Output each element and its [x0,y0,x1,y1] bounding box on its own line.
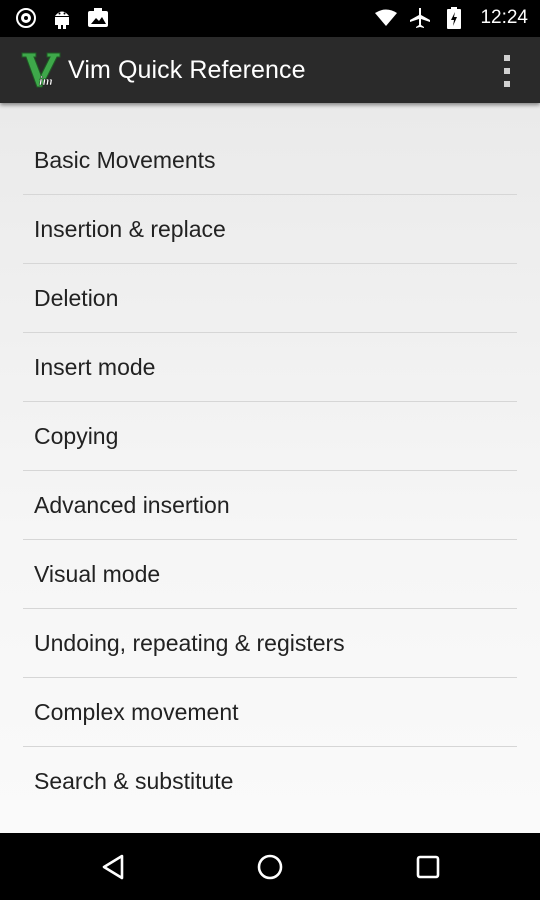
home-icon[interactable] [254,852,286,882]
recents-icon[interactable] [412,852,444,882]
record-icon [14,6,38,30]
navigation-bar [0,833,540,900]
overflow-menu-icon[interactable] [500,55,514,87]
app-title: Vim Quick Reference [68,56,306,84]
status-left-icons [14,6,110,30]
list-item-insert-mode[interactable]: Insert mode [23,333,517,402]
list-item-advanced-insertion[interactable]: Advanced insertion [23,471,517,540]
android-icon [50,6,74,30]
list-item-search-substitute[interactable]: Search & substitute [23,747,517,815]
wifi-icon [374,6,398,30]
list-item-copying[interactable]: Copying [23,402,517,471]
svg-text:im: im [39,73,53,88]
list-item-undoing-repeating-registers[interactable]: Undoing, repeating & registers [23,609,517,678]
photo-icon [86,6,110,30]
reference-list: Basic Movements Insertion & replace Dele… [23,126,517,815]
action-bar: im Vim Quick Reference [0,37,540,103]
list-item-basic-movements[interactable]: Basic Movements [23,126,517,195]
status-time: 12:24 [480,7,528,28]
back-icon[interactable] [97,852,129,882]
content-area: Basic Movements Insertion & replace Dele… [0,103,540,833]
status-bar: 12:24 [0,0,540,37]
list-item-complex-movement[interactable]: Complex movement [23,678,517,747]
list-item-visual-mode[interactable]: Visual mode [23,540,517,609]
airplane-icon [408,6,432,30]
list-item-insertion-replace[interactable]: Insertion & replace [23,195,517,264]
battery-icon [442,6,466,30]
status-right-icons: 12:24 [374,6,528,30]
vim-logo-icon[interactable]: im [20,49,62,91]
list-item-deletion[interactable]: Deletion [23,264,517,333]
